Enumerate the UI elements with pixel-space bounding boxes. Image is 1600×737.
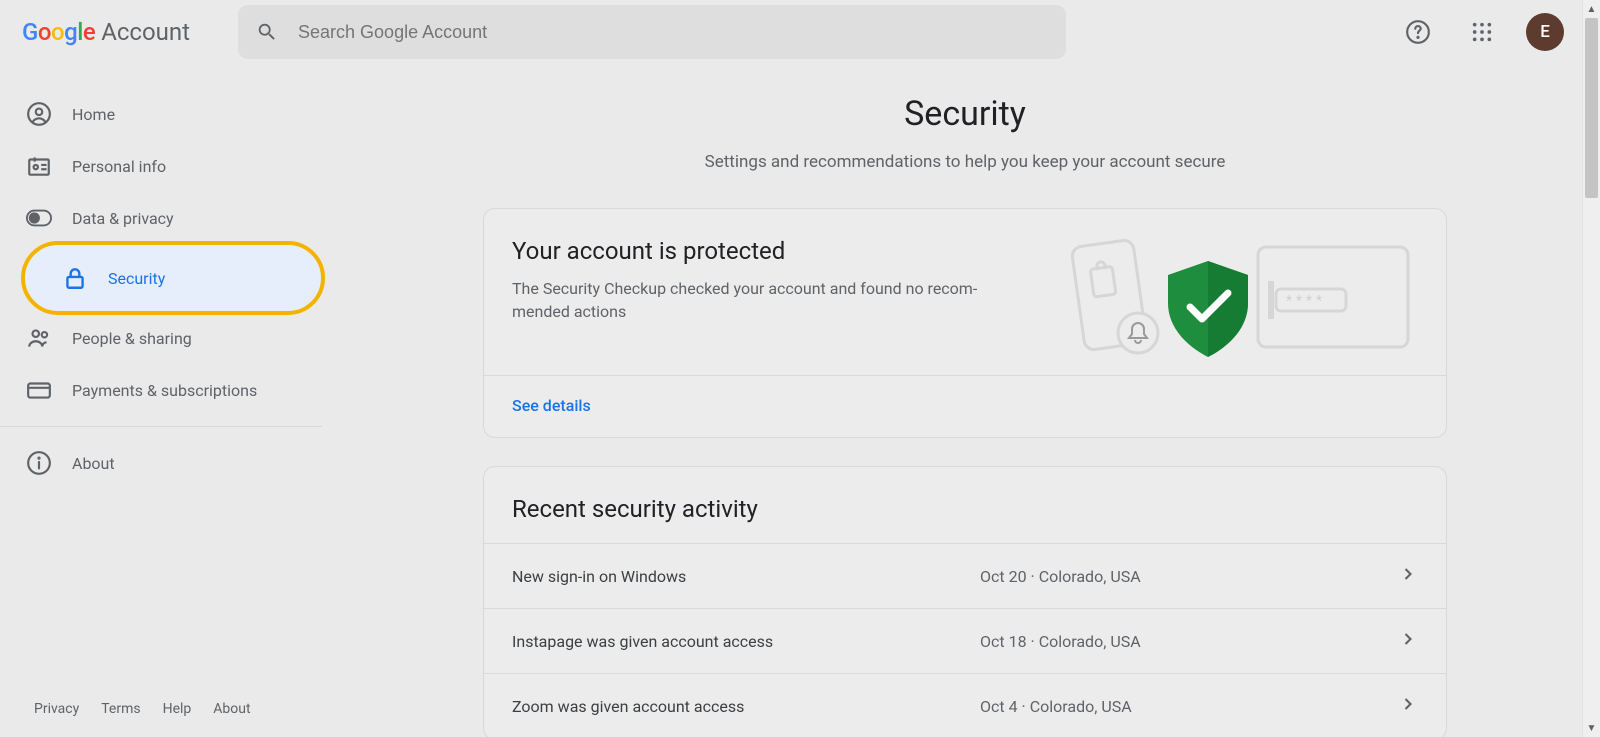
sidebar-item-data-privacy[interactable]: Data & privacy	[0, 192, 320, 244]
sidebar-item-security[interactable]: Security	[24, 244, 322, 312]
info-icon	[26, 450, 52, 476]
search-input[interactable]	[298, 22, 1048, 43]
search-icon	[256, 21, 278, 43]
activity-meta: Oct 4 · Colorado, USA	[980, 697, 1398, 716]
chevron-right-icon	[1398, 629, 1418, 653]
avatar-initial: E	[1540, 22, 1550, 42]
search-box[interactable]	[238, 5, 1066, 59]
help-button[interactable]	[1398, 12, 1438, 52]
people-icon	[26, 325, 52, 351]
footer-privacy-link[interactable]: Privacy	[34, 701, 79, 717]
account-circle-icon	[26, 101, 52, 127]
sidebar-item-label: Security	[108, 269, 165, 288]
chevron-right-icon	[1398, 694, 1418, 718]
app-header: Google Account E	[0, 0, 1600, 64]
id-card-icon	[26, 153, 52, 179]
product-label: Account	[101, 18, 190, 46]
recent-activity-card: Recent security activity New sign-in on …	[483, 466, 1447, 737]
sidebar-item-about[interactable]: About	[0, 437, 320, 489]
activity-row[interactable]: Zoom was given account access Oct 4 · Co…	[484, 673, 1446, 737]
protected-body: The Security Checkup checked your accoun…	[512, 277, 1012, 323]
vertical-scrollbar[interactable]: ▲ ▼	[1582, 0, 1600, 737]
activity-event: New sign-in on Windows	[512, 567, 980, 586]
toggle-icon	[26, 209, 52, 227]
page-title: Security	[370, 94, 1560, 134]
activity-event: Instapage was given account access	[512, 632, 980, 651]
see-details-link[interactable]: See details	[512, 396, 591, 415]
sidebar-item-label: Personal info	[72, 157, 166, 176]
lock-icon	[62, 265, 88, 291]
header-actions: E	[1398, 12, 1584, 52]
sidebar-item-label: Payments & subscriptions	[72, 381, 257, 400]
footer-terms-link[interactable]: Terms	[101, 701, 140, 717]
sidebar-item-label: Data & privacy	[72, 209, 174, 228]
activity-row[interactable]: Instapage was given account access Oct 1…	[484, 608, 1446, 673]
activity-meta: Oct 18 · Colorado, USA	[980, 632, 1398, 651]
help-icon	[1405, 19, 1431, 45]
page-subtitle: Settings and recommendations to help you…	[370, 152, 1560, 172]
sidebar-item-home[interactable]: Home	[0, 88, 320, 140]
apps-grid-icon	[1471, 21, 1493, 43]
google-account-logo[interactable]: Google Account	[22, 18, 190, 46]
apps-button[interactable]	[1462, 12, 1502, 52]
footer-about-link[interactable]: About	[213, 701, 250, 717]
sidebar-item-label: People & sharing	[72, 329, 192, 348]
scrollbar-thumb[interactable]	[1585, 18, 1598, 198]
sidebar-item-people-sharing[interactable]: People & sharing	[0, 312, 320, 364]
search-container	[238, 5, 1066, 59]
footer-help-link[interactable]: Help	[163, 701, 192, 717]
scroll-down-arrow-icon[interactable]: ▼	[1583, 719, 1600, 737]
protected-heading: Your account is protected	[512, 237, 1038, 265]
svg-text:****: ****	[1286, 293, 1326, 309]
sidebar-item-personal-info[interactable]: Personal info	[0, 140, 320, 192]
sidebar-divider	[0, 426, 322, 427]
sidebar-item-payments[interactable]: Payments & subscriptions	[0, 364, 320, 416]
google-wordmark: Google	[22, 18, 95, 46]
chevron-right-icon	[1398, 564, 1418, 588]
credit-card-icon	[26, 377, 52, 403]
sidebar-item-label: Home	[72, 105, 115, 124]
main-content: Security Settings and recommendations to…	[330, 64, 1600, 737]
sidebar-nav: Home Personal info Data & privacy Securi…	[0, 64, 330, 737]
sidebar-item-label: About	[72, 454, 115, 473]
activity-heading: Recent security activity	[512, 495, 1418, 523]
footer-links: Privacy Terms Help About	[34, 701, 251, 717]
scroll-up-arrow-icon[interactable]: ▲	[1583, 0, 1600, 18]
account-avatar[interactable]: E	[1526, 13, 1564, 51]
security-illustration: ****	[1058, 237, 1418, 357]
activity-row[interactable]: New sign-in on Windows Oct 20 · Colorado…	[484, 543, 1446, 608]
activity-event: Zoom was given account access	[512, 697, 980, 716]
account-protected-card: Your account is protected The Security C…	[483, 208, 1447, 438]
activity-meta: Oct 20 · Colorado, USA	[980, 567, 1398, 586]
